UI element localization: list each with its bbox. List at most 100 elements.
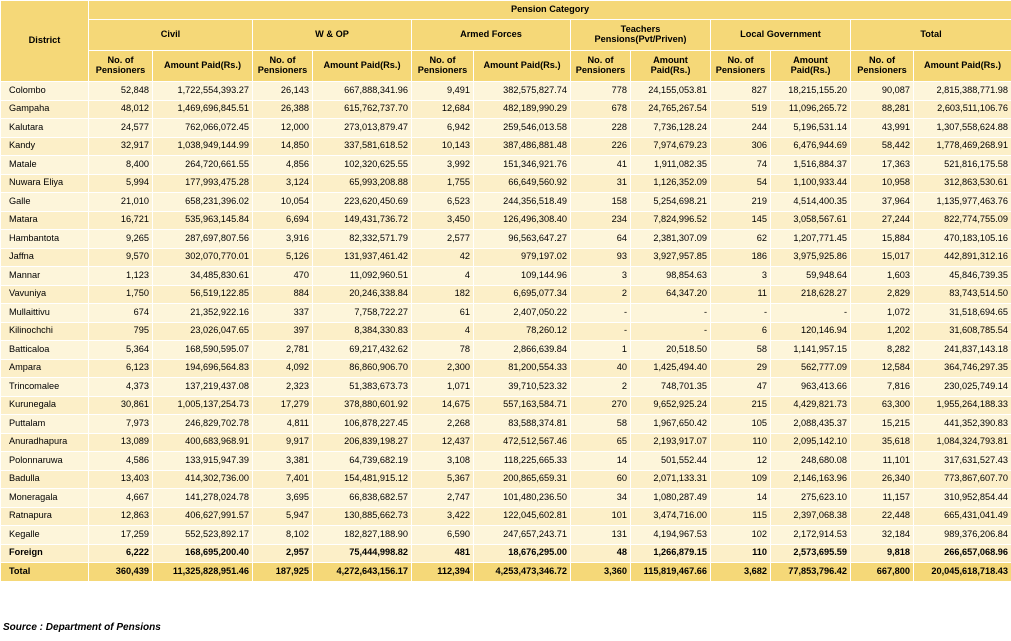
pensioners-cell: 2,577 bbox=[411, 229, 474, 249]
table-row: Anuradhapura 13,089 400,683,968.91 9,917 206… bbox=[0, 432, 1011, 452]
amount-cell: 118,225,665.33 bbox=[473, 451, 571, 471]
pensioners-cell: 3,695 bbox=[252, 488, 313, 508]
amount-cell: 266,657,068.96 bbox=[913, 543, 1011, 563]
subheader-pensioners: No. of Pensioners bbox=[411, 50, 474, 82]
amount-cell: 2,866,639.84 bbox=[473, 340, 571, 360]
amount-cell: 120,146.94 bbox=[770, 321, 851, 341]
amount-cell: 979,197.02 bbox=[473, 247, 571, 267]
pensioners-cell: 1,755 bbox=[411, 173, 474, 193]
pensioners-cell: 4,811 bbox=[252, 414, 313, 434]
amount-cell: 1,469,696,845.51 bbox=[152, 99, 253, 119]
pensioners-cell: 41 bbox=[570, 155, 631, 175]
table-row: Galle 21,010 658,231,396.02 10,054 223,620,4… bbox=[0, 192, 1011, 212]
amount-cell: 244,356,518.49 bbox=[473, 192, 571, 212]
amount-cell: 1,100,933.44 bbox=[770, 173, 851, 193]
amount-cell: 441,352,390.83 bbox=[913, 414, 1011, 434]
amount-cell: 81,200,554.33 bbox=[473, 358, 571, 378]
district-cell: Mannar bbox=[0, 266, 89, 286]
pensioners-cell: 14 bbox=[710, 488, 771, 508]
amount-cell: 24,155,053.81 bbox=[630, 81, 711, 101]
amount-cell: 18,676,295.00 bbox=[473, 543, 571, 563]
amount-cell: 310,952,854.44 bbox=[913, 488, 1011, 508]
pensioners-cell: 3,992 bbox=[411, 155, 474, 175]
pensioners-cell: 16,721 bbox=[88, 210, 153, 230]
amount-cell: 223,620,450.69 bbox=[312, 192, 412, 212]
table-row: Hambantota 9,265 287,697,807.56 3,916 82,332… bbox=[0, 229, 1011, 249]
pensioners-cell: 1,123 bbox=[88, 266, 153, 286]
amount-cell: 414,302,736.00 bbox=[152, 469, 253, 489]
amount-cell: 2,603,511,106.76 bbox=[913, 99, 1011, 119]
amount-cell: 667,888,341.96 bbox=[312, 81, 412, 101]
amount-cell: 963,413.66 bbox=[770, 377, 851, 397]
category-header-teachers: Teachers Pensions(Pvt/Priven) bbox=[570, 19, 711, 51]
pensioners-cell: 31 bbox=[570, 173, 631, 193]
pensioners-cell: 3,916 bbox=[252, 229, 313, 249]
amount-cell: 5,254,698.21 bbox=[630, 192, 711, 212]
pensioners-cell: 1 bbox=[570, 340, 631, 360]
pensioners-cell: 219 bbox=[710, 192, 771, 212]
amount-cell: 2,071,133.31 bbox=[630, 469, 711, 489]
pensioners-cell: 306 bbox=[710, 136, 771, 156]
amount-cell: 4,429,821.73 bbox=[770, 395, 851, 415]
amount-cell: 773,867,607.70 bbox=[913, 469, 1011, 489]
district-header: District bbox=[0, 0, 89, 82]
pensioners-cell: 4,373 bbox=[88, 377, 153, 397]
pensioners-cell: - bbox=[570, 321, 631, 341]
district-cell: Badulla bbox=[0, 469, 89, 489]
pensioners-cell: 110 bbox=[710, 432, 771, 452]
amount-cell: 378,880,601.92 bbox=[312, 395, 412, 415]
amount-cell: 66,649,560.92 bbox=[473, 173, 571, 193]
amount-cell: 302,070,770.01 bbox=[152, 247, 253, 267]
pensioners-cell: 12,000 bbox=[252, 118, 313, 138]
pensioners-cell: 5,367 bbox=[411, 469, 474, 489]
table-row: Kandy 32,917 1,038,949,144.99 14,850 337,581… bbox=[0, 136, 1011, 156]
pensioners-cell: 24,577 bbox=[88, 118, 153, 138]
amount-cell: 8,384,330.83 bbox=[312, 321, 412, 341]
pensioners-cell: 15,215 bbox=[850, 414, 914, 434]
pensioners-cell: 14,850 bbox=[252, 136, 313, 156]
pensioners-cell: 234 bbox=[570, 210, 631, 230]
table-row: Jaffna 9,570 302,070,770.01 5,126 131,937,46… bbox=[0, 247, 1011, 267]
district-cell: Matale bbox=[0, 155, 89, 175]
pensioners-cell: 187,925 bbox=[252, 562, 313, 582]
amount-cell: 4,253,473,346.72 bbox=[473, 562, 571, 582]
category-header-civil: Civil bbox=[88, 19, 253, 51]
amount-cell: 56,519,122.85 bbox=[152, 284, 253, 304]
pensioners-cell: 226 bbox=[570, 136, 631, 156]
pensioners-cell: 64 bbox=[570, 229, 631, 249]
pensioners-cell: 470 bbox=[252, 266, 313, 286]
amount-cell: 230,025,749.14 bbox=[913, 377, 1011, 397]
subheader-amount: Amount Paid(Rs.) bbox=[913, 50, 1011, 82]
pensioners-cell: 131 bbox=[570, 525, 631, 545]
pensioners-cell: 5,364 bbox=[88, 340, 153, 360]
amount-cell: 7,758,722.27 bbox=[312, 303, 412, 323]
pensioners-cell: 7,973 bbox=[88, 414, 153, 434]
amount-cell: 133,915,947.39 bbox=[152, 451, 253, 471]
amount-cell: 23,026,047.65 bbox=[152, 321, 253, 341]
pensioners-cell: 6 bbox=[710, 321, 771, 341]
pensioners-cell: 7,401 bbox=[252, 469, 313, 489]
amount-cell: 1,967,650.42 bbox=[630, 414, 711, 434]
amount-cell: 241,837,143.18 bbox=[913, 340, 1011, 360]
pensioners-cell: 15,017 bbox=[850, 247, 914, 267]
pensioners-cell: 778 bbox=[570, 81, 631, 101]
amount-cell: 748,701.35 bbox=[630, 377, 711, 397]
district-cell: Batticaloa bbox=[0, 340, 89, 360]
amount-cell: 3,474,716.00 bbox=[630, 506, 711, 526]
pensioners-cell: 12,584 bbox=[850, 358, 914, 378]
amount-cell: 39,710,523.32 bbox=[473, 377, 571, 397]
amount-cell: 1,080,287.49 bbox=[630, 488, 711, 508]
amount-cell: 364,746,297.35 bbox=[913, 358, 1011, 378]
table-row: Badulla 13,403 414,302,736.00 7,401 154,481,… bbox=[0, 469, 1011, 489]
amount-cell: 31,518,694.65 bbox=[913, 303, 1011, 323]
pensioners-cell: 3,360 bbox=[570, 562, 631, 582]
pensioners-cell: 11,101 bbox=[850, 451, 914, 471]
amount-cell: 131,937,461.42 bbox=[312, 247, 412, 267]
pensioners-cell: 26,340 bbox=[850, 469, 914, 489]
subheader-pensioners: No. of Pensioners bbox=[88, 50, 153, 82]
pensioners-cell: 22,448 bbox=[850, 506, 914, 526]
source-note: Source : Department of Pensions bbox=[3, 622, 161, 633]
amount-cell: 317,631,527.43 bbox=[913, 451, 1011, 471]
pensioners-cell: 10,054 bbox=[252, 192, 313, 212]
pensioners-cell: 26,388 bbox=[252, 99, 313, 119]
